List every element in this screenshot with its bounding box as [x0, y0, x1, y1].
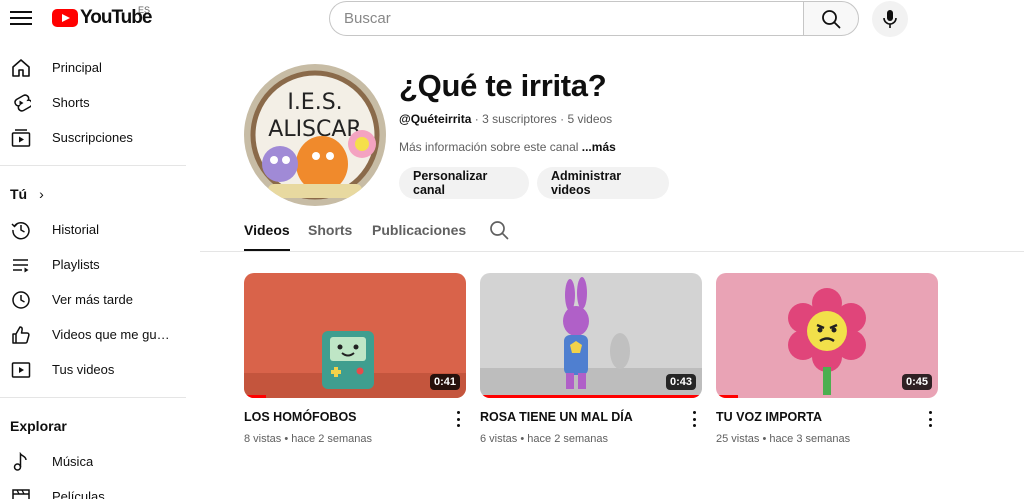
sidebar-item-historial[interactable]: Historial [0, 212, 186, 247]
sidebar-item-label: Shorts [52, 95, 90, 110]
channel-search-button[interactable] [489, 220, 509, 245]
sidebar-item-videos-que-me-gustan[interactable]: Videos que me gustan [0, 317, 186, 352]
tab-shorts[interactable]: Shorts [308, 222, 352, 251]
more-options-icon[interactable] [686, 410, 702, 428]
sidebar-heading-label: Tú [10, 186, 28, 202]
voice-search-button[interactable] [872, 1, 908, 37]
sidebar-item-label: Películas [52, 489, 105, 499]
more-options-icon[interactable] [922, 410, 938, 428]
video-title[interactable]: LOS HOMÓFOBOS [244, 410, 357, 424]
watch-progress-bar [244, 395, 267, 398]
sidebar-item-tus-videos[interactable]: Tus videos [0, 352, 186, 387]
sidebar-heading-label: Explorar [10, 418, 67, 434]
sidebar-item-playlists[interactable]: Playlists [0, 247, 186, 282]
playlists-icon [10, 254, 32, 276]
video-thumbnail[interactable]: 0:41 [244, 273, 466, 398]
sidebar-item-label: Principal [52, 60, 102, 75]
channel-tabs: Videos Shorts Publicaciones [200, 215, 1024, 252]
watch-progress-bar [716, 395, 739, 398]
sidebar-item-peliculas[interactable]: Películas [0, 479, 186, 499]
video-card: 0:41 LOS HOMÓFOBOS 8 vistas • hace 2 sem… [244, 273, 466, 445]
watch-progress-bar [480, 395, 702, 398]
channel-meta: @Quéteirrita · 3 suscriptores · 5 videos [399, 112, 612, 126]
video-duration: 0:43 [665, 374, 696, 390]
video-thumbnail[interactable]: 0:45 [716, 273, 938, 398]
sidebar: Principal Shorts Suscripciones Tú › Hist… [0, 50, 186, 499]
more-options-icon[interactable] [450, 410, 466, 428]
view-count: 25 vistas [716, 433, 760, 445]
channel-name: ¿Qué te irrita? [399, 68, 607, 103]
sidebar-item-label: Música [52, 454, 94, 469]
youtube-play-icon [52, 9, 78, 27]
manage-videos-button[interactable]: Administrar videos [537, 167, 669, 199]
tab-publicaciones[interactable]: Publicaciones [372, 222, 466, 251]
top-bar: YouTube ES [0, 0, 1024, 38]
sidebar-item-label: Videos que me gustan [52, 327, 170, 342]
subscriptions-icon [10, 127, 32, 149]
movies-icon [10, 486, 32, 499]
video-title[interactable]: TU VOZ IMPORTA [716, 410, 822, 424]
search-icon [822, 9, 841, 28]
sidebar-item-musica[interactable]: Música [0, 444, 186, 479]
sidebar-heading-you[interactable]: Tú › [0, 176, 186, 212]
sidebar-item-label: Suscripciones [52, 130, 133, 145]
sidebar-item-ver-mas-tarde[interactable]: Ver más tarde [0, 282, 186, 317]
channel-avatar[interactable]: I.E.S. ALISCAR [244, 64, 386, 206]
channel-avatar-image: I.E.S. ALISCAR [244, 64, 386, 206]
sidebar-item-suscripciones[interactable]: Suscripciones [0, 120, 186, 155]
video-card: 0:43 ROSA TIENE UN MAL DÍA 6 vistas • ha… [480, 273, 702, 445]
hamburger-menu-icon[interactable] [10, 8, 32, 28]
microphone-icon [883, 10, 897, 28]
video-count: 5 videos [567, 112, 613, 126]
tab-videos[interactable]: Videos [244, 222, 290, 251]
video-title[interactable]: ROSA TIENE UN MAL DÍA [480, 410, 633, 424]
channel-description[interactable]: Más información sobre este canal ...más [399, 140, 616, 154]
meta-separator: · [560, 112, 565, 126]
search-button[interactable] [803, 1, 859, 36]
more-link[interactable]: ...más [582, 140, 616, 154]
svg-text:I.E.S.: I.E.S. [287, 90, 342, 115]
sidebar-item-shorts[interactable]: Shorts [0, 85, 186, 120]
sidebar-item-label: Ver más tarde [52, 292, 133, 307]
sidebar-item-label: Tus videos [52, 362, 115, 377]
view-count: 8 vistas [244, 433, 282, 445]
sidebar-heading-explore: Explorar [0, 408, 186, 444]
video-duration: 0:41 [429, 374, 460, 390]
video-duration: 0:45 [901, 374, 932, 390]
like-icon [10, 324, 32, 346]
search-input[interactable] [329, 1, 803, 36]
sidebar-divider [0, 165, 186, 166]
channel-description-text: Más información sobre este canal [399, 140, 579, 154]
watch-later-icon [10, 289, 32, 311]
video-meta: 8 vistas • hace 2 semanas [244, 433, 372, 445]
shorts-icon [10, 92, 32, 114]
music-icon [10, 451, 32, 473]
channel-handle: @Quéteirrita [399, 112, 472, 126]
meta-separator: · [474, 112, 479, 126]
sidebar-item-principal[interactable]: Principal [0, 50, 186, 85]
view-count: 6 vistas [480, 433, 518, 445]
upload-age: hace 2 semanas [291, 433, 372, 445]
subscriber-count: 3 suscriptores [482, 112, 557, 126]
video-thumbnail[interactable]: 0:43 [480, 273, 702, 398]
search-icon [490, 221, 509, 240]
youtube-logo[interactable]: YouTube [52, 7, 152, 29]
your-videos-icon [10, 359, 32, 381]
sidebar-divider [0, 397, 186, 398]
upload-age: hace 2 semanas [527, 433, 608, 445]
country-code: ES [138, 5, 151, 15]
video-card: 0:45 TU VOZ IMPORTA 25 vistas • hace 3 s… [716, 273, 938, 445]
search-bar [329, 1, 859, 36]
chevron-right-icon: › [39, 186, 44, 202]
video-meta: 25 vistas • hace 3 semanas [716, 433, 850, 445]
sidebar-item-label: Historial [52, 222, 99, 237]
customize-channel-button[interactable]: Personalizar canal [399, 167, 529, 199]
video-meta: 6 vistas • hace 2 semanas [480, 433, 608, 445]
home-icon [10, 57, 32, 79]
upload-age: hace 3 semanas [769, 433, 851, 445]
history-icon [10, 219, 32, 241]
sidebar-item-label: Playlists [52, 257, 100, 272]
